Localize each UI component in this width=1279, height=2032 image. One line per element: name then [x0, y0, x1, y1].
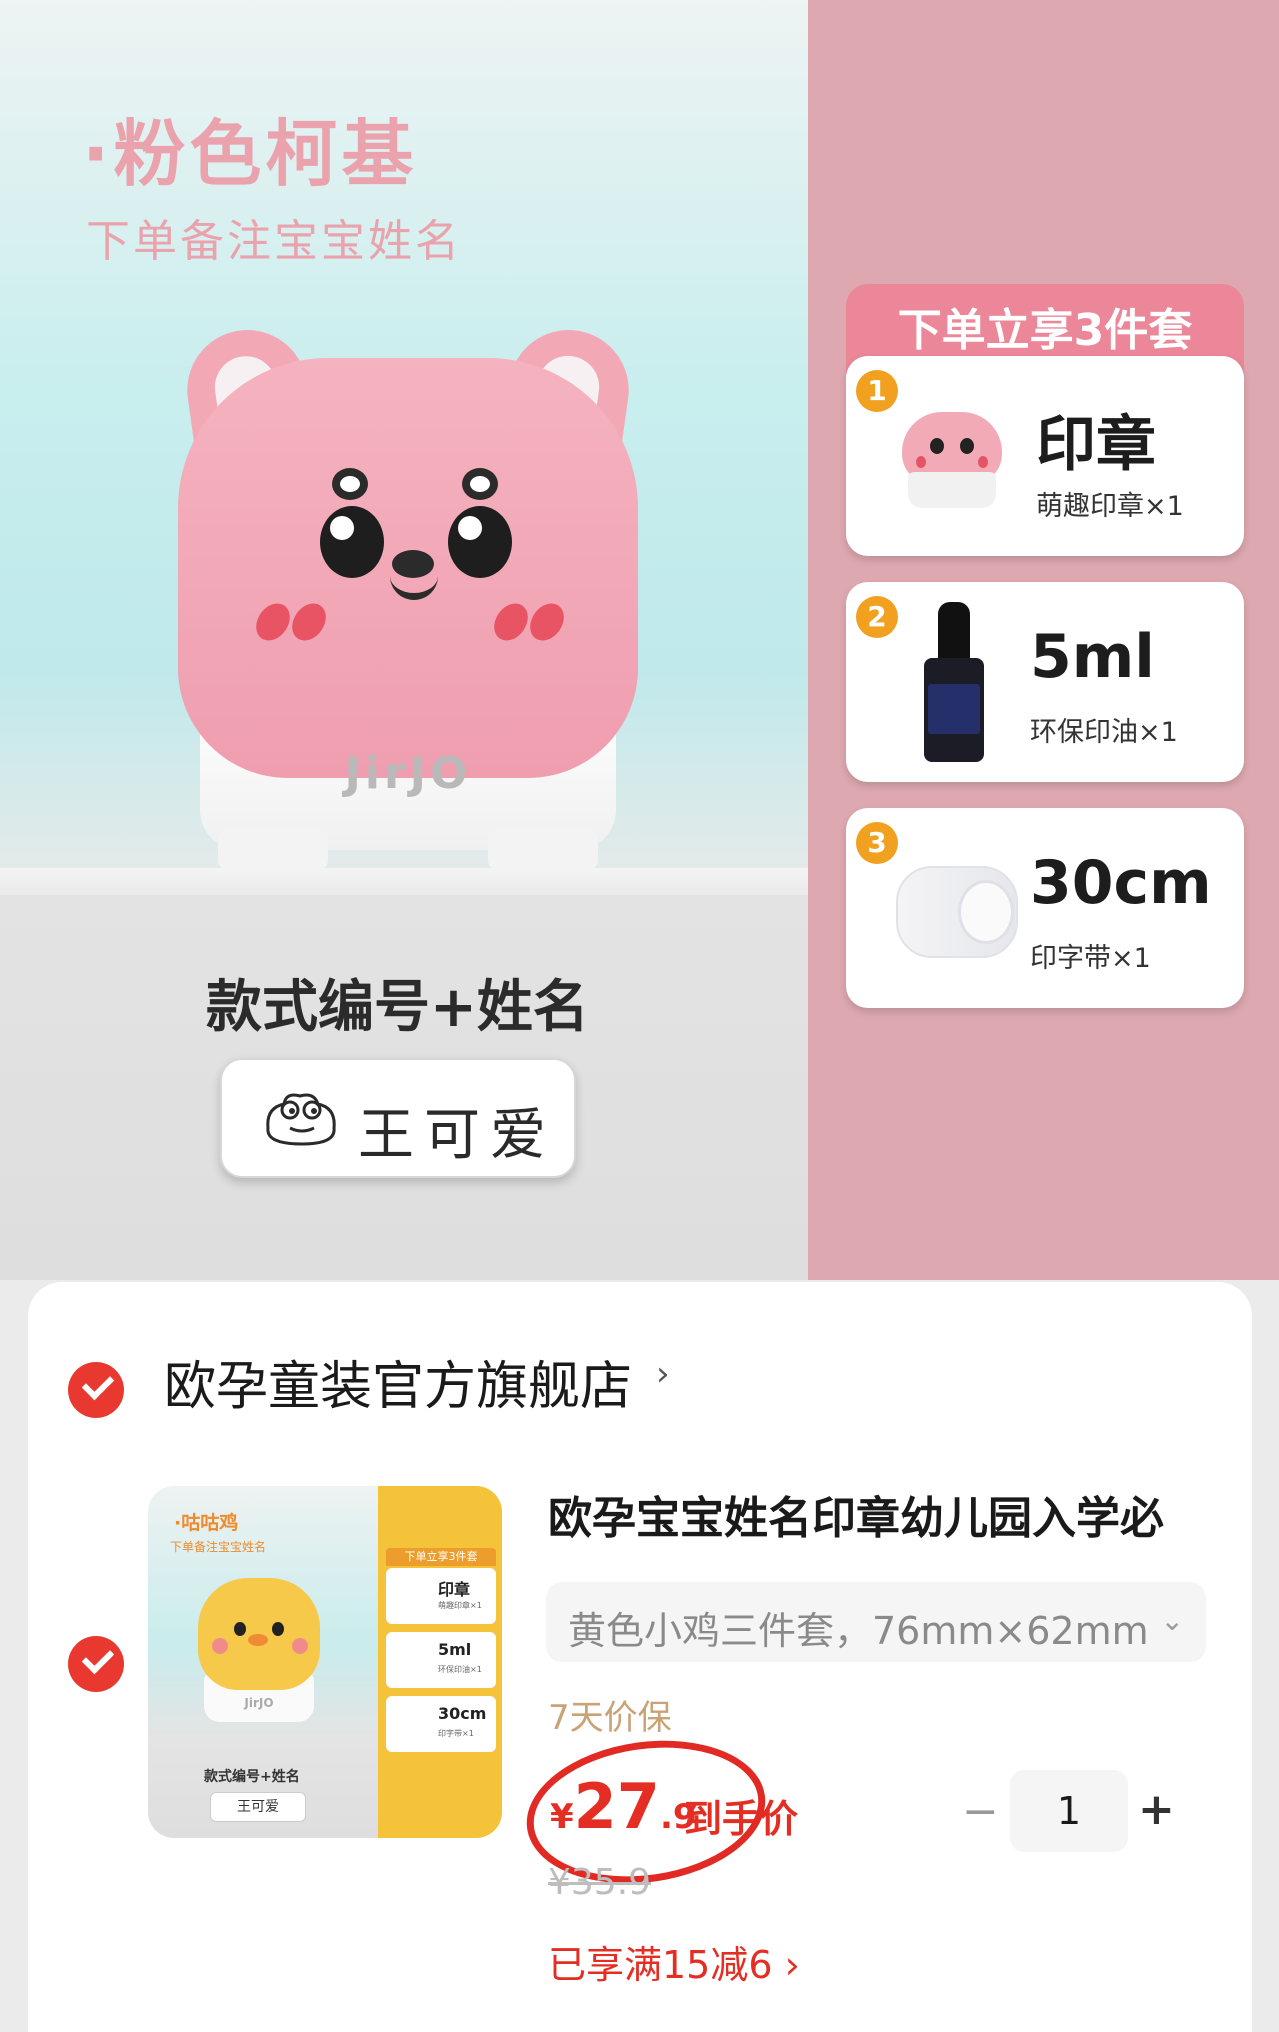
- chick-cheek: [292, 1638, 308, 1654]
- thumb-style-label: 款式编号+姓名: [204, 1769, 300, 1785]
- chick-eye: [272, 1622, 284, 1636]
- name-sample-text: 王可爱: [358, 1103, 556, 1168]
- thumb-brand: JirJO: [244, 1696, 274, 1710]
- banner-subtitle: 下单备注宝宝姓名: [86, 216, 462, 267]
- chevron-right-icon[interactable]: ›: [656, 1354, 670, 1394]
- discount-info-link[interactable]: 已享满15减6 ›: [548, 1934, 800, 1989]
- thumb-kit-title: 下单立享3件套: [386, 1548, 496, 1566]
- kit-item-desc: 萌趣印章×1: [1036, 491, 1184, 522]
- eye-right: [448, 506, 512, 578]
- price-guarantee-badge: 7天价保: [548, 1698, 672, 1738]
- stamp-icon: [902, 402, 1002, 512]
- kit-item-number: 3: [856, 822, 898, 864]
- kit-item-title: 5ml: [1030, 622, 1155, 692]
- kit-item-tape: 3 30cm 印字带×1: [846, 808, 1244, 1008]
- chick-eye: [234, 1622, 246, 1636]
- product-thumbnail[interactable]: ·咕咕鸡 下单备注宝宝姓名 JirJO 款式编号+姓名 王可爱 下单立享3件套 …: [148, 1486, 502, 1838]
- brow-left: [332, 468, 368, 500]
- thumb-kit-item-title: 30cm: [438, 1704, 487, 1723]
- three-piece-kit-card: 下单立享3件套 1 印章 萌趣印章×1 2 5ml 环保印油×1 3 30cm …: [846, 284, 1244, 1008]
- kit-item-title: 30cm: [1030, 848, 1212, 918]
- cart-card: 欧孕童装官方旗舰店 › ·咕咕鸡 下单备注宝宝姓名 JirJO 款式编号+姓名 …: [28, 1282, 1252, 2032]
- thumb-kit-item: 5ml 环保印油×1: [386, 1632, 496, 1688]
- kit-item-stamp: 1 印章 萌趣印章×1: [846, 356, 1244, 556]
- thumb-kit-item: 印章 萌趣印章×1: [386, 1568, 496, 1624]
- shelf-edge: [0, 868, 808, 898]
- kit-item-number: 2: [856, 596, 898, 638]
- eye-left: [320, 506, 384, 578]
- thumb-kit-item-desc: 环保印油×1: [438, 1665, 482, 1674]
- shop-name-link[interactable]: 欧孕童装官方旗舰店: [164, 1344, 632, 1419]
- thumb-kit-item-desc: 萌趣印章×1: [438, 1601, 482, 1610]
- thumb-kit-item-desc: 印字带×1: [438, 1729, 474, 1738]
- name-sample-tag: 王可爱: [220, 1058, 576, 1178]
- item-select-checkbox[interactable]: [68, 1636, 124, 1692]
- spec-text: 黄色小鸡三件套，76mm×62mm: [568, 1609, 1149, 1653]
- product-title[interactable]: 欧孕宝宝姓名印章幼儿园入学必: [548, 1482, 1238, 1546]
- kit-item-number: 1: [856, 370, 898, 412]
- stamp-foot-left: [218, 830, 328, 870]
- frog-icon: [266, 1093, 336, 1146]
- spec-selector[interactable]: 黄色小鸡三件套，76mm×62mm ⌄: [546, 1582, 1206, 1662]
- kit-item-desc: 环保印油×1: [1030, 717, 1178, 748]
- shop-select-checkbox[interactable]: [68, 1362, 124, 1418]
- kit-item-desc: 印字带×1: [1030, 943, 1151, 974]
- brand-logo: JirJO: [344, 748, 472, 799]
- quantity-increase-button[interactable]: +: [1138, 1784, 1175, 1835]
- brow-right: [462, 468, 498, 500]
- quantity-decrease-button[interactable]: −: [962, 1786, 999, 1837]
- thumb-kit-item-title: 印章: [438, 1580, 471, 1599]
- stamp-foot-right: [488, 830, 598, 870]
- thumb-title: ·咕咕鸡: [174, 1512, 239, 1534]
- thumb-name-tag: 王可爱: [210, 1792, 306, 1822]
- color-title: ·粉色柯基: [82, 112, 418, 196]
- original-price: ¥35.9: [548, 1862, 652, 1903]
- kit-item-ink: 2 5ml 环保印油×1: [846, 582, 1244, 782]
- kit-item-title: 印章: [1036, 410, 1156, 480]
- pink-corgi-stamp-image: JirJO: [178, 322, 638, 870]
- thumb-subtitle: 下单备注宝宝姓名: [170, 1540, 267, 1554]
- thumb-kit-item-title: 5ml: [438, 1640, 472, 1659]
- tape-roll-icon: [896, 866, 1018, 958]
- style-label: 款式编号+姓名: [206, 975, 589, 1040]
- thumb-kit-item: 30cm 印字带×1: [386, 1696, 496, 1752]
- kit-title: 下单立享3件套: [897, 305, 1193, 356]
- chick-cheek: [212, 1638, 228, 1654]
- chevron-down-icon: ⌄: [1160, 1604, 1184, 1637]
- chick-beak: [248, 1634, 268, 1646]
- quantity-input[interactable]: 1: [1010, 1770, 1128, 1852]
- ink-bottle-icon: [924, 602, 984, 762]
- product-banner: ·粉色柯基 下单备注宝宝姓名 JirJO 款式编号+姓名 王可爱 下单立享3件套…: [0, 0, 1279, 1280]
